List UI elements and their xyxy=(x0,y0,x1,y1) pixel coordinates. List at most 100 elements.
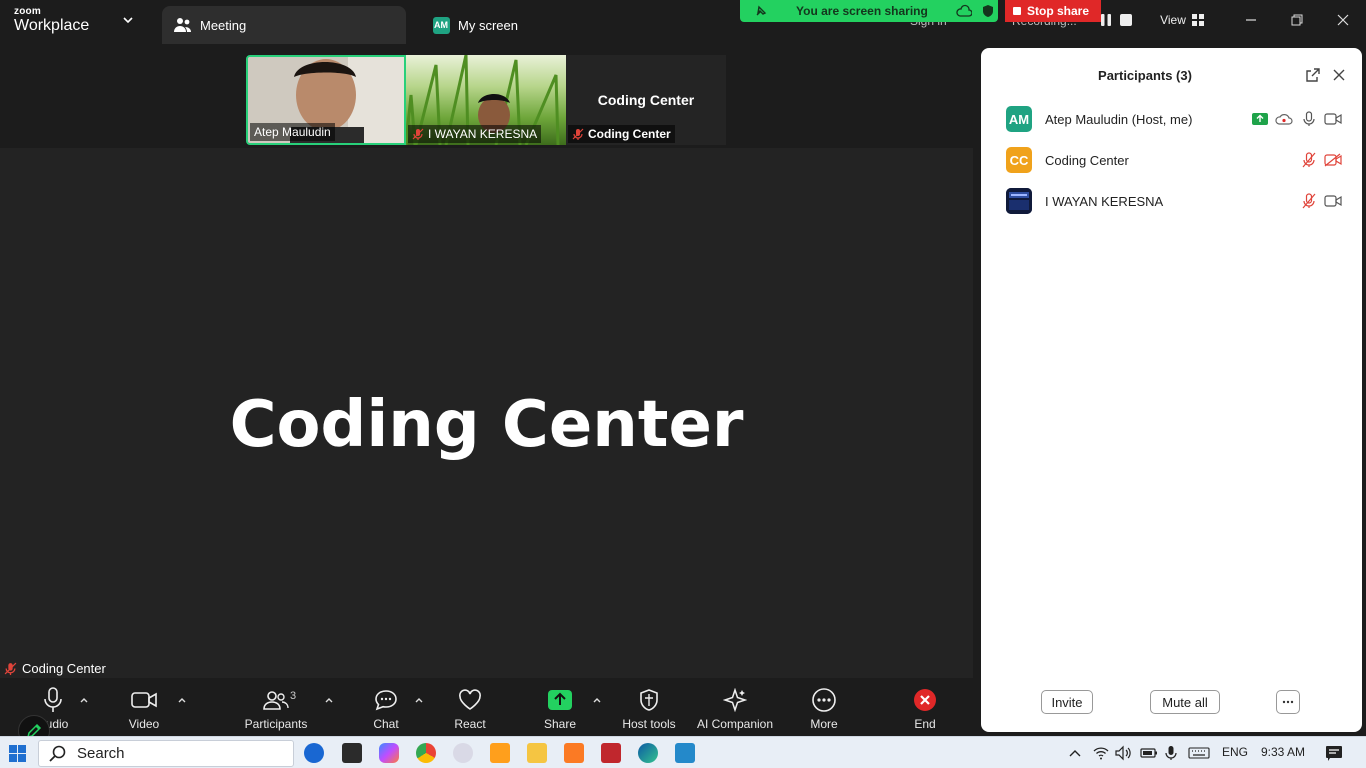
sharing-text: You are screen sharing xyxy=(796,4,928,18)
more-label: More xyxy=(810,717,838,731)
stop-share-button[interactable]: Stop share xyxy=(1005,0,1101,22)
microphone-icon[interactable] xyxy=(1165,745,1177,761)
chevron-up-icon[interactable] xyxy=(78,694,90,706)
zoom-taskbar-icon[interactable] xyxy=(304,743,324,763)
main-video-stage[interactable]: Coding Center Coding Center xyxy=(0,148,973,678)
chat-button[interactable]: Chat xyxy=(346,686,426,731)
edge-taskbar-icon[interactable] xyxy=(638,743,658,763)
people-icon xyxy=(174,16,192,34)
participants-panel: Participants (3) AM Atep Mauludin (Host,… xyxy=(981,48,1362,732)
share-label: Share xyxy=(543,717,577,731)
mic-muted-icon xyxy=(4,662,17,675)
filezilla-taskbar-icon[interactable] xyxy=(601,743,621,763)
video-off-icon[interactable] xyxy=(1324,151,1342,169)
close-icon[interactable] xyxy=(1331,67,1347,83)
video-tile[interactable]: I WAYAN KERESNA xyxy=(406,55,566,145)
video-tile[interactable]: Atep Mauludin xyxy=(246,55,406,145)
mic-muted-icon[interactable] xyxy=(1300,192,1318,210)
panel-more-button[interactable] xyxy=(1276,690,1300,714)
grid-icon xyxy=(1191,14,1204,26)
stop-icon xyxy=(1013,7,1021,15)
chat-label: Chat xyxy=(373,717,399,731)
title-bar: zoom Workplace Meeting AM My screen Sign… xyxy=(0,0,1366,44)
tile-name-label: Coding Center xyxy=(568,125,675,143)
tab-my-screen-label: My screen xyxy=(458,17,518,33)
chevron-up-icon[interactable] xyxy=(591,694,603,706)
video-button[interactable]: Video xyxy=(104,686,184,731)
pause-icon[interactable] xyxy=(1099,13,1113,27)
notifications-icon[interactable] xyxy=(1325,745,1343,761)
participant-name: Atep Mauludin (Host, me) xyxy=(1045,111,1193,127)
avatar xyxy=(1006,188,1032,214)
language-indicator[interactable]: ENG xyxy=(1222,745,1248,759)
chrome-taskbar-icon[interactable] xyxy=(416,743,436,763)
sparkle-icon xyxy=(723,688,747,712)
pop-out-icon[interactable] xyxy=(1305,67,1321,83)
sublime-taskbar-icon[interactable] xyxy=(490,743,510,763)
terminal-taskbar-icon[interactable] xyxy=(342,743,362,763)
participants-button[interactable]: Participants xyxy=(236,686,316,731)
windows-start-icon[interactable] xyxy=(9,745,26,762)
panel-title: Participants (3) xyxy=(1098,68,1192,83)
video-tile[interactable]: Coding Center Coding Center xyxy=(566,55,726,145)
end-button[interactable]: End xyxy=(885,686,965,731)
stop-recording-icon[interactable] xyxy=(1119,13,1133,27)
vscode-taskbar-icon[interactable] xyxy=(675,743,695,763)
react-button[interactable]: React xyxy=(430,686,510,731)
tile-name: I WAYAN KERESNA xyxy=(428,127,538,141)
chevron-down-icon[interactable] xyxy=(120,12,136,28)
file-explorer-taskbar-icon[interactable] xyxy=(527,743,547,763)
video-camera-icon[interactable] xyxy=(1324,110,1342,128)
ellipsis-icon xyxy=(1282,700,1294,704)
microphone-icon[interactable] xyxy=(1300,110,1318,128)
participant-row[interactable]: AM Atep Mauludin (Host, me) xyxy=(981,99,1362,139)
mic-muted-icon xyxy=(572,128,584,140)
battery-icon[interactable] xyxy=(1140,746,1158,760)
tab-my-screen[interactable]: AM My screen xyxy=(420,6,620,44)
more-icon xyxy=(812,688,836,712)
invite-button[interactable]: Invite xyxy=(1041,690,1093,714)
ai-companion-button[interactable]: AI Companion xyxy=(695,686,775,731)
snipping-taskbar-icon[interactable] xyxy=(453,743,473,763)
mic-muted-icon[interactable] xyxy=(1300,151,1318,169)
host-tools-button[interactable]: Host tools xyxy=(609,686,689,731)
tile-center-name: Coding Center xyxy=(597,92,695,108)
cloud-icon xyxy=(956,4,972,17)
chevron-up-icon[interactable] xyxy=(323,694,335,706)
avatar: CC xyxy=(1006,147,1032,173)
share-screen-icon xyxy=(1251,110,1269,128)
participant-row[interactable]: CC Coding Center xyxy=(981,140,1362,180)
speaker-icon[interactable] xyxy=(1115,745,1133,761)
keyboard-icon[interactable] xyxy=(1188,747,1210,759)
participants-count-badge: 3 xyxy=(290,690,297,702)
restore-button[interactable] xyxy=(1285,10,1309,30)
clock[interactable]: 9:33 AM xyxy=(1261,745,1305,759)
tile-name: Atep Mauludin xyxy=(254,125,331,139)
stage-name-label: Coding Center xyxy=(0,661,106,676)
close-button[interactable] xyxy=(1331,10,1355,30)
wifi-icon[interactable] xyxy=(1093,745,1109,761)
video-camera-icon[interactable] xyxy=(1324,192,1342,210)
view-button[interactable]: View xyxy=(1148,6,1216,34)
taskbar-search-input[interactable]: Search xyxy=(38,740,294,767)
zoom-window: zoom Workplace Meeting AM My screen Sign… xyxy=(0,0,1366,747)
xampp-taskbar-icon[interactable] xyxy=(564,743,584,763)
tile-name-label: I WAYAN KERESNA xyxy=(408,125,542,143)
mute-all-button[interactable]: Mute all xyxy=(1150,690,1220,714)
cloud-record-icon xyxy=(1275,110,1293,128)
minimize-button[interactable] xyxy=(1239,10,1263,30)
more-button[interactable]: More xyxy=(784,686,864,731)
chevron-up-icon[interactable] xyxy=(176,694,188,706)
chevron-up-icon[interactable] xyxy=(413,694,425,706)
share-button[interactable]: Share xyxy=(520,686,600,731)
pin-icon[interactable] xyxy=(754,4,768,18)
copilot-taskbar-icon[interactable] xyxy=(379,743,399,763)
participant-row[interactable]: I WAYAN KERESNA xyxy=(981,181,1362,221)
participants-label: Participants xyxy=(244,717,308,731)
tab-meeting[interactable]: Meeting xyxy=(162,6,406,44)
zoom-logo[interactable]: zoom Workplace xyxy=(14,7,89,34)
end-meeting-icon xyxy=(914,689,936,711)
chevron-up-icon[interactable] xyxy=(1068,747,1082,759)
ai-companion-label: AI Companion xyxy=(696,717,774,731)
shield-icon xyxy=(983,5,993,17)
